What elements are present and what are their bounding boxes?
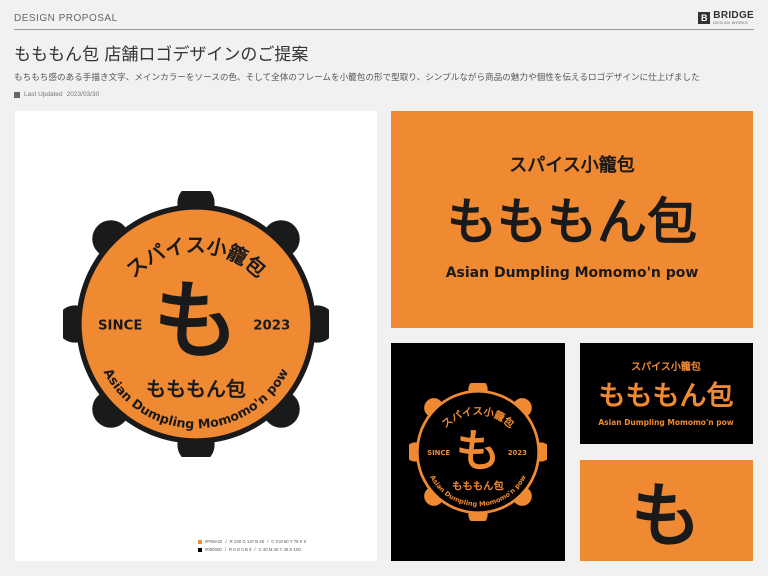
black-horiz-arc-text: スパイス小籠包 xyxy=(631,360,701,373)
section-label: DESIGN PROPOSAL xyxy=(14,13,118,24)
spec-rgb: R 0 G 0 B 0 xyxy=(228,547,252,552)
spec-cmyk: C 40 M 40 Y 40 K 100 xyxy=(258,547,301,552)
icon-logo: も xyxy=(631,475,701,557)
emblem-character: も xyxy=(153,273,238,372)
spec-hex: #F08A32 xyxy=(205,539,223,544)
last-updated-label: Last Updated xyxy=(24,91,63,98)
calendar-icon xyxy=(14,91,20,98)
brand-name: BRIDGE xyxy=(713,10,754,21)
spec-rgb: R 240 G 137 B 48 xyxy=(229,539,265,544)
wordmark: もももん包 xyxy=(146,377,246,401)
black-horiz-english-name: Asian Dumpling Momomo'n pow xyxy=(598,418,733,427)
black-horizontal-panel: スパイス小籠包 もももん包 Asian Dumpling Momomo'n po… xyxy=(580,343,753,444)
orange-swatch xyxy=(198,540,202,544)
brand-subtitle: DESIGN WORKS xyxy=(713,21,749,25)
color-specs: #F08A32/ R 240 G 137 B 48/ C 0 M 60 Y 78… xyxy=(198,538,306,554)
last-updated: Last Updated 2023/03/30 xyxy=(14,91,99,98)
since-year: 2023 xyxy=(253,318,290,333)
horizontal-logo: スパイス小籠包 もももん包 Asian Dumpling Momomo'n po… xyxy=(446,154,699,281)
brand-mark-icon: B xyxy=(698,12,711,25)
horizontal-arc-text: スパイス小籠包 xyxy=(509,154,634,176)
horizontal-english-name: Asian Dumpling Momomo'n pow xyxy=(446,265,699,281)
spec-cmyk: C 0 M 60 Y 78 K 0 xyxy=(271,539,307,544)
black-since-year: 2023 xyxy=(508,449,527,457)
main-logo-panel: スパイス小籠包 も SINCE 2023 もももん包 Asian Dumplin… xyxy=(15,111,377,561)
horizontal-wordmark: もももん包 xyxy=(447,193,697,251)
black-horizontal-logo: スパイス小籠包 もももん包 Asian Dumpling Momomo'n po… xyxy=(598,360,734,427)
black-emblem-logo: スパイス小籠包 も SINCE 2023 もももん包 Asian Dumplin… xyxy=(409,383,547,521)
black-swatch xyxy=(198,548,202,552)
color-spec-black: #000000/ R 0 G 0 B 0/ C 40 M 40 Y 40 K 1… xyxy=(198,546,306,554)
black-emblem-panel: スパイス小籠包 も SINCE 2023 もももん包 Asian Dumplin… xyxy=(391,343,565,561)
since-label: SINCE xyxy=(98,318,143,333)
icon-character: も xyxy=(631,475,701,557)
black-since-label: SINCE xyxy=(427,449,450,457)
page-description: もちもち感のある手描き文字、メインカラーをソースの色、そして全体のフレームを小籠… xyxy=(14,73,700,83)
black-horiz-wordmark: もももん包 xyxy=(599,380,734,412)
last-updated-date: 2023/03/30 xyxy=(66,91,100,98)
header-divider xyxy=(14,29,754,30)
color-spec-orange: #F08A32/ R 240 G 137 B 48/ C 0 M 60 Y 78… xyxy=(198,538,306,546)
page-title: もももん包 店舗ロゴデザインのご提案 xyxy=(14,45,309,65)
horizontal-logo-panel: スパイス小籠包 もももん包 Asian Dumpling Momomo'n po… xyxy=(391,111,753,328)
emblem-logo: スパイス小籠包 も SINCE 2023 もももん包 Asian Dumplin… xyxy=(63,191,329,457)
icon-panel: も xyxy=(580,460,753,561)
black-emblem-character: も xyxy=(456,426,500,477)
spec-hex: #000000 xyxy=(205,547,222,552)
black-wordmark: もももん包 xyxy=(452,479,504,492)
brand-logo: B BRIDGE DESIGN WORKS xyxy=(698,11,754,26)
